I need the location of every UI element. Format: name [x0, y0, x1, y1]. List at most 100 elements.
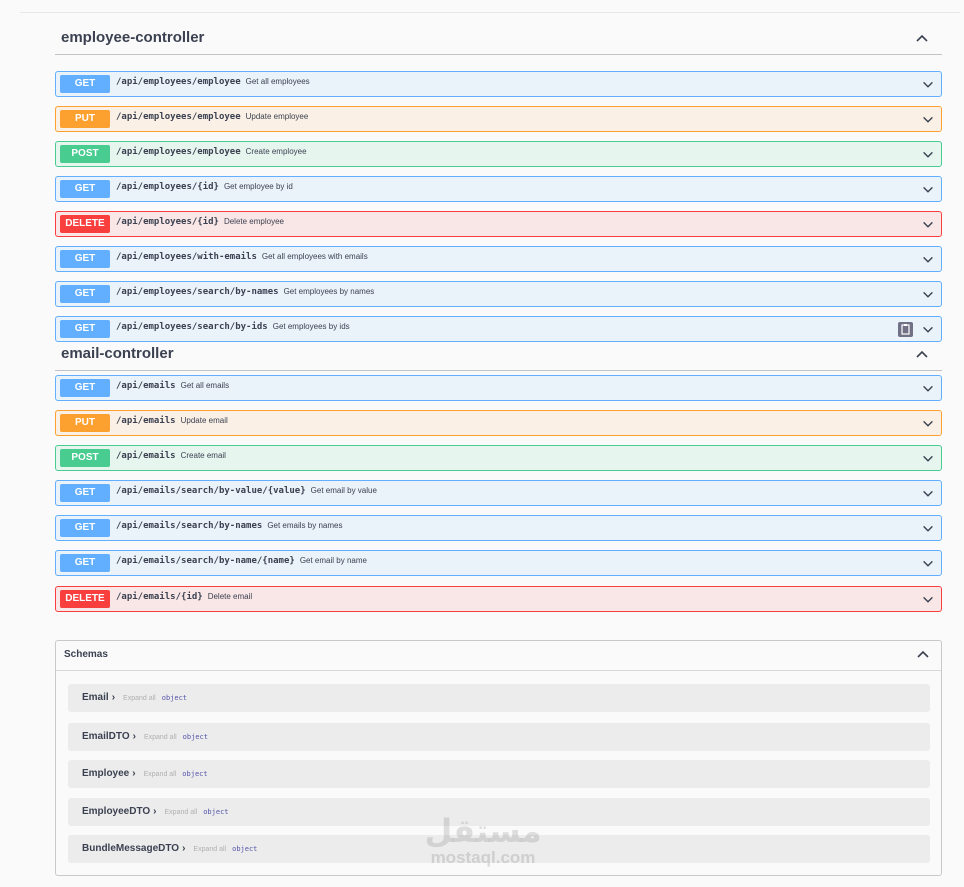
- operation-path-text: /api/emails: [116, 416, 176, 426]
- operation-row-put[interactable]: PUT/api/employees/employee Update employe…: [55, 106, 942, 132]
- expand-all-link[interactable]: Expand all: [165, 809, 198, 816]
- chevron-up-icon[interactable]: [914, 347, 930, 363]
- operation-path-text: /api/emails: [116, 451, 176, 461]
- tag-section-employee-controller: employee-controller GET/api/employees/em…: [55, 25, 942, 342]
- operation-row-put[interactable]: PUT/api/emails Update email: [55, 410, 942, 436]
- tag-title: employee-controller: [61, 29, 205, 46]
- chevron-right-icon[interactable]: ›: [182, 843, 185, 854]
- model-name[interactable]: EmployeeDTO › Expand all object: [82, 806, 229, 817]
- model-name[interactable]: Email › Expand all object: [82, 692, 187, 703]
- operation-path: /api/employees/employee Create employee: [116, 147, 307, 157]
- expand-all-link[interactable]: Expand all: [144, 771, 177, 778]
- chevron-down-icon[interactable]: [921, 78, 935, 92]
- operation-path: /api/emails/search/by-name/{name} Get ema…: [116, 556, 367, 566]
- chevron-right-icon[interactable]: ›: [132, 768, 135, 779]
- chevron-down-icon[interactable]: [921, 253, 935, 267]
- model-name[interactable]: EmailDTO › Expand all object: [82, 731, 208, 742]
- model-type: object: [182, 733, 208, 741]
- clipboard-icon[interactable]: [898, 322, 913, 337]
- operation-row-get[interactable]: GET/api/employees/employee Get all employ…: [55, 71, 942, 97]
- schema-model[interactable]: Employee › Expand all object: [68, 760, 930, 788]
- operation-path-text: /api/employees/search/by-names: [116, 287, 279, 297]
- tag-header[interactable]: email-controller: [55, 341, 942, 371]
- http-method-badge: GET: [60, 180, 110, 198]
- chevron-right-icon[interactable]: ›: [133, 731, 136, 742]
- operation-row-get[interactable]: GET/api/employees/{id} Get employee by id: [55, 176, 942, 202]
- http-method-badge: PUT: [60, 110, 110, 128]
- chevron-down-icon[interactable]: [921, 288, 935, 302]
- http-method-badge: POST: [60, 145, 110, 163]
- operation-row-delete[interactable]: DELETE/api/employees/{id} Delete employee: [55, 211, 942, 237]
- operation-row-get[interactable]: GET/api/employees/search/by-names Get emp…: [55, 281, 942, 307]
- chevron-down-icon[interactable]: [921, 522, 935, 536]
- chevron-down-icon[interactable]: [921, 557, 935, 571]
- chevron-up-icon[interactable]: [914, 31, 930, 47]
- operation-row-get[interactable]: GET/api/employees/search/by-ids Get emplo…: [55, 316, 942, 342]
- operation-path-text: /api/employees/with-emails: [116, 252, 257, 262]
- operation-summary: Get employee by id: [223, 182, 293, 191]
- chevron-down-icon[interactable]: [921, 417, 935, 431]
- chevron-down-icon[interactable]: [921, 183, 935, 197]
- operation-path-text: /api/emails/{id}: [116, 592, 203, 602]
- operation-path: /api/employees/search/by-ids Get employee…: [116, 322, 350, 332]
- model-type: object: [232, 845, 258, 853]
- operation-row-get[interactable]: GET/api/emails Get all emails: [55, 375, 942, 401]
- expand-all-link[interactable]: Expand all: [193, 846, 226, 853]
- operation-path: /api/employees/employee Update employee: [116, 112, 308, 122]
- operation-summary: Create employee: [245, 147, 307, 156]
- operation-row-get[interactable]: GET/api/employees/with-emails Get all emp…: [55, 246, 942, 272]
- operation-summary: Delete email: [207, 592, 253, 601]
- operation-path-text: /api/emails/search/by-name/{name}: [116, 556, 295, 566]
- operation-row-get[interactable]: GET/api/emails/search/by-name/{name} Get …: [55, 550, 942, 576]
- schemas-header[interactable]: Schemas: [56, 641, 941, 671]
- chevron-down-icon[interactable]: [921, 113, 935, 127]
- tag-title: email-controller: [61, 345, 174, 362]
- http-method-badge: GET: [60, 75, 110, 93]
- expand-all-link[interactable]: Expand all: [144, 734, 177, 741]
- operation-row-post[interactable]: POST/api/emails Create email: [55, 445, 942, 471]
- model-name-text: EmailDTO: [82, 731, 130, 742]
- operation-path-text: /api/emails/search/by-value/{value}: [116, 486, 306, 496]
- operation-summary: Delete employee: [223, 217, 284, 226]
- operation-summary: Get email by name: [299, 556, 367, 565]
- chevron-down-icon[interactable]: [921, 487, 935, 501]
- chevron-up-icon[interactable]: [915, 647, 931, 663]
- http-method-badge: GET: [60, 484, 110, 502]
- http-method-badge: DELETE: [60, 215, 110, 233]
- operation-path: /api/emails/search/by-names Get emails by…: [116, 521, 342, 531]
- http-method-badge: GET: [60, 320, 110, 338]
- operation-row-delete[interactable]: DELETE/api/emails/{id} Delete email: [55, 586, 942, 612]
- chevron-down-icon[interactable]: [921, 218, 935, 232]
- expand-all-link[interactable]: Expand all: [123, 695, 156, 702]
- operation-row-get[interactable]: GET/api/emails/search/by-names Get emails…: [55, 515, 942, 541]
- model-name-text: EmployeeDTO: [82, 806, 151, 817]
- operation-summary: Get all emails: [180, 381, 230, 390]
- operation-row-get[interactable]: GET/api/emails/search/by-value/{value} Ge…: [55, 480, 942, 506]
- operation-path-text: /api/employees/employee: [116, 112, 241, 122]
- model-name[interactable]: BundleMessageDTO › Expand all object: [82, 843, 257, 854]
- chevron-down-icon[interactable]: [921, 323, 935, 337]
- chevron-right-icon[interactable]: ›: [153, 806, 156, 817]
- top-divider: [20, 12, 960, 13]
- chevron-down-icon[interactable]: [921, 148, 935, 162]
- http-method-badge: DELETE: [60, 590, 110, 608]
- operation-summary: Update email: [180, 416, 228, 425]
- schema-model[interactable]: Email › Expand all object: [68, 684, 930, 712]
- chevron-right-icon[interactable]: ›: [112, 692, 115, 703]
- operation-path: /api/emails Update email: [116, 416, 228, 426]
- chevron-down-icon[interactable]: [921, 382, 935, 396]
- model-name[interactable]: Employee › Expand all object: [82, 768, 208, 779]
- tag-header[interactable]: employee-controller: [55, 25, 942, 55]
- schema-model[interactable]: EmailDTO › Expand all object: [68, 723, 930, 751]
- operation-path: /api/emails Get all emails: [116, 381, 229, 391]
- watermark-logo: مستقل mostaql.com: [418, 812, 548, 872]
- http-method-badge: PUT: [60, 414, 110, 432]
- model-name-text: Email: [82, 692, 109, 703]
- model-type: object: [161, 694, 188, 702]
- model-name-text: BundleMessageDTO: [82, 843, 180, 854]
- operation-row-post[interactable]: POST/api/employees/employee Create employ…: [55, 141, 942, 167]
- chevron-down-icon[interactable]: [921, 452, 935, 466]
- chevron-down-icon[interactable]: [921, 593, 935, 607]
- operation-path-text: /api/employees/{id}: [116, 182, 219, 192]
- operation-path: /api/employees/employee Get all employees: [116, 77, 310, 87]
